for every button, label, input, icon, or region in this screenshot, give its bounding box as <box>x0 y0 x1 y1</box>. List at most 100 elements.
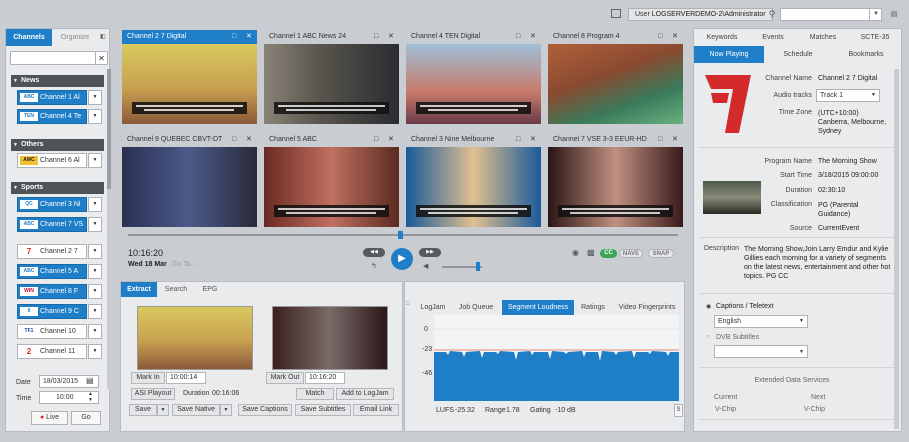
chevron-down-icon[interactable]: ▼ <box>88 244 102 259</box>
chevron-down-icon[interactable]: ▼ <box>88 197 102 212</box>
save-captions-button[interactable]: Save Captions <box>238 404 292 416</box>
captions-select[interactable]: English ▼ <box>714 315 808 328</box>
channel-button[interactable]: TEN Channel 4 Te <box>17 109 87 124</box>
nave-toggle[interactable]: NAVE <box>619 249 643 258</box>
channel-tile[interactable]: Channel 9 QUEBEC CBVT-DT □ ✕ <box>122 133 257 227</box>
tab-extract[interactable]: Extract <box>121 282 157 297</box>
chevron-down-icon[interactable]: ▼ <box>88 284 102 299</box>
chevron-down-icon[interactable]: ▼ <box>220 404 232 416</box>
volume-icon[interactable]: ◀ <box>423 262 428 270</box>
tab-ratings[interactable]: Ratings <box>577 300 609 315</box>
close-icon[interactable]: ✕ <box>388 30 394 44</box>
email-link-button[interactable]: Email Link <box>353 404 399 416</box>
maximize-icon[interactable]: □ <box>516 30 520 44</box>
maximize-icon[interactable]: □ <box>516 133 520 147</box>
channel-tile[interactable]: Channel 2 7 Digital □ ✕ <box>122 30 257 124</box>
collapse-icon[interactable]: ◧ <box>100 33 106 40</box>
tab-now-playing[interactable]: Now Playing <box>694 46 764 63</box>
add-to-logjam-button[interactable]: Add to LogJam <box>336 388 394 400</box>
channel-tile[interactable]: Channel 7 VSE 3-3 EEUR-HD □ ✕ <box>548 133 683 227</box>
go-button[interactable]: Go <box>71 411 101 425</box>
group-header-others[interactable]: Others <box>11 139 104 151</box>
channel-button[interactable]: ABC Channel 1 Al <box>17 90 87 105</box>
mark-out-button[interactable]: Mark Out <box>266 372 304 384</box>
tab-scte-35[interactable]: SCTE-35 <box>850 29 900 46</box>
time-stepper-icon[interactable]: ▲ ▼ <box>88 391 93 403</box>
search-icon[interactable]: ⚲ <box>765 8 779 21</box>
tab-job-queue[interactable]: Job Queue <box>455 300 497 315</box>
close-icon[interactable]: ✕ <box>672 30 678 44</box>
maximize-icon[interactable]: □ <box>232 30 236 44</box>
step-back-icon[interactable]: ↰ <box>371 262 377 270</box>
tab-organize[interactable]: Organize <box>52 29 98 46</box>
mark-in-button[interactable]: Mark In <box>131 372 165 384</box>
maximize-icon[interactable]: □ <box>374 30 378 44</box>
radio-icon[interactable]: ○ <box>706 334 710 340</box>
tab-schedule[interactable]: Schedule <box>764 46 832 63</box>
chevron-down-icon[interactable]: ▼ <box>88 324 102 339</box>
tab-segment-loudness[interactable]: Segment Loudness <box>502 300 574 315</box>
channel-tile[interactable]: Channel 3 Nine Melbourne □ ✕ <box>406 133 541 227</box>
channel-button[interactable]: WIN Channel 8 F <box>17 284 87 299</box>
close-icon[interactable]: ✕ <box>672 133 678 147</box>
maximize-icon[interactable]: □ <box>658 30 662 44</box>
chevron-down-icon[interactable]: ▼ <box>88 90 102 105</box>
tab-logjam[interactable]: LogJam <box>417 300 449 315</box>
save-subtitles-button[interactable]: Save Subtitles <box>295 404 351 416</box>
channel-tile[interactable]: Channel 1 ABC News 24 □ ✕ <box>264 30 399 124</box>
close-icon[interactable]: ✕ <box>388 133 394 147</box>
channel-filter-input[interactable] <box>10 51 96 65</box>
channel-button[interactable]: AMC Channel 6 Al <box>17 153 87 168</box>
chevron-down-icon[interactable]: ▼ <box>88 153 102 168</box>
chevron-down-icon[interactable]: ▼ <box>88 264 102 279</box>
radio-selected-icon[interactable]: ◉ <box>706 303 711 310</box>
live-button[interactable]: ● Live <box>31 411 68 425</box>
close-icon[interactable]: ✕ <box>246 30 252 44</box>
maximize-icon[interactable]: □ <box>374 133 378 147</box>
channel-button[interactable]: ABC Channel 5 A <box>17 264 87 279</box>
channel-tile[interactable]: Channel 5 ABC □ ✕ <box>264 133 399 227</box>
rewind-icon[interactable]: ◀◀ <box>363 248 385 257</box>
info-scrollbar[interactable] <box>894 69 899 429</box>
group-header-news[interactable]: News <box>11 75 104 87</box>
fast-forward-icon[interactable]: ▶▶ <box>419 248 441 257</box>
panel-pin-icon[interactable]: □ <box>406 301 410 307</box>
menu-icon[interactable]: ▤ <box>885 8 903 21</box>
tab-video-fingerprints[interactable]: Video Fingerprints <box>614 300 680 315</box>
calendar-icon[interactable]: ▤ <box>86 376 94 385</box>
group-header-sports[interactable]: Sports <box>11 182 104 194</box>
tab-matches[interactable]: Matches <box>798 29 848 46</box>
scroll-thumb[interactable] <box>107 69 111 189</box>
maximize-icon[interactable]: □ <box>232 133 236 147</box>
chevron-down-icon[interactable]: ▼ <box>88 109 102 124</box>
timeline-track[interactable] <box>128 234 678 236</box>
channel-button[interactable]: 7 Channel 2 7 <box>17 244 87 259</box>
sidebar-scrollbar[interactable] <box>107 69 111 389</box>
search-dropdown-icon[interactable]: ▼ <box>869 8 882 21</box>
chevron-down-icon[interactable]: ▼ <box>88 304 102 319</box>
chevron-down-icon[interactable]: ▼ <box>157 404 169 416</box>
channel-button[interactable]: 9 Channel 9 C <box>17 304 87 319</box>
channel-button[interactable]: ABC Channel 7 VS <box>17 217 87 232</box>
camera-icon[interactable]: ◉ <box>572 248 579 257</box>
goto-link[interactable]: Go To... <box>172 261 196 268</box>
chevron-down-icon[interactable]: ▼ <box>88 344 102 359</box>
channel-button[interactable]: QC Channel 3 Ni <box>17 197 87 212</box>
tab-bookmarks[interactable]: Bookmarks <box>832 46 900 63</box>
asi-playout-button[interactable]: ASI Playout <box>131 388 175 400</box>
channel-button[interactable]: TF1 Channel 10 <box>17 324 87 339</box>
save-native-button[interactable]: Save Native <box>172 404 220 416</box>
calendar-icon[interactable] <box>611 9 621 18</box>
tab-channels[interactable]: Channels <box>6 29 52 46</box>
volume-knob[interactable] <box>476 262 480 271</box>
channel-tile[interactable]: Channel 4 TEN Digital □ ✕ <box>406 30 541 124</box>
timeline-playhead[interactable] <box>398 231 403 239</box>
global-search-input[interactable] <box>780 8 882 21</box>
chevron-down-icon[interactable]: ▼ <box>88 217 102 232</box>
clear-filter-icon[interactable]: ✕ <box>96 51 108 65</box>
tab-keywords[interactable]: Keywords <box>694 29 750 46</box>
dvb-subtitles-select[interactable]: ▼ <box>714 345 808 358</box>
close-icon[interactable]: ✕ <box>530 30 536 44</box>
close-icon[interactable]: ✕ <box>530 133 536 147</box>
tab-events[interactable]: Events <box>750 29 796 46</box>
